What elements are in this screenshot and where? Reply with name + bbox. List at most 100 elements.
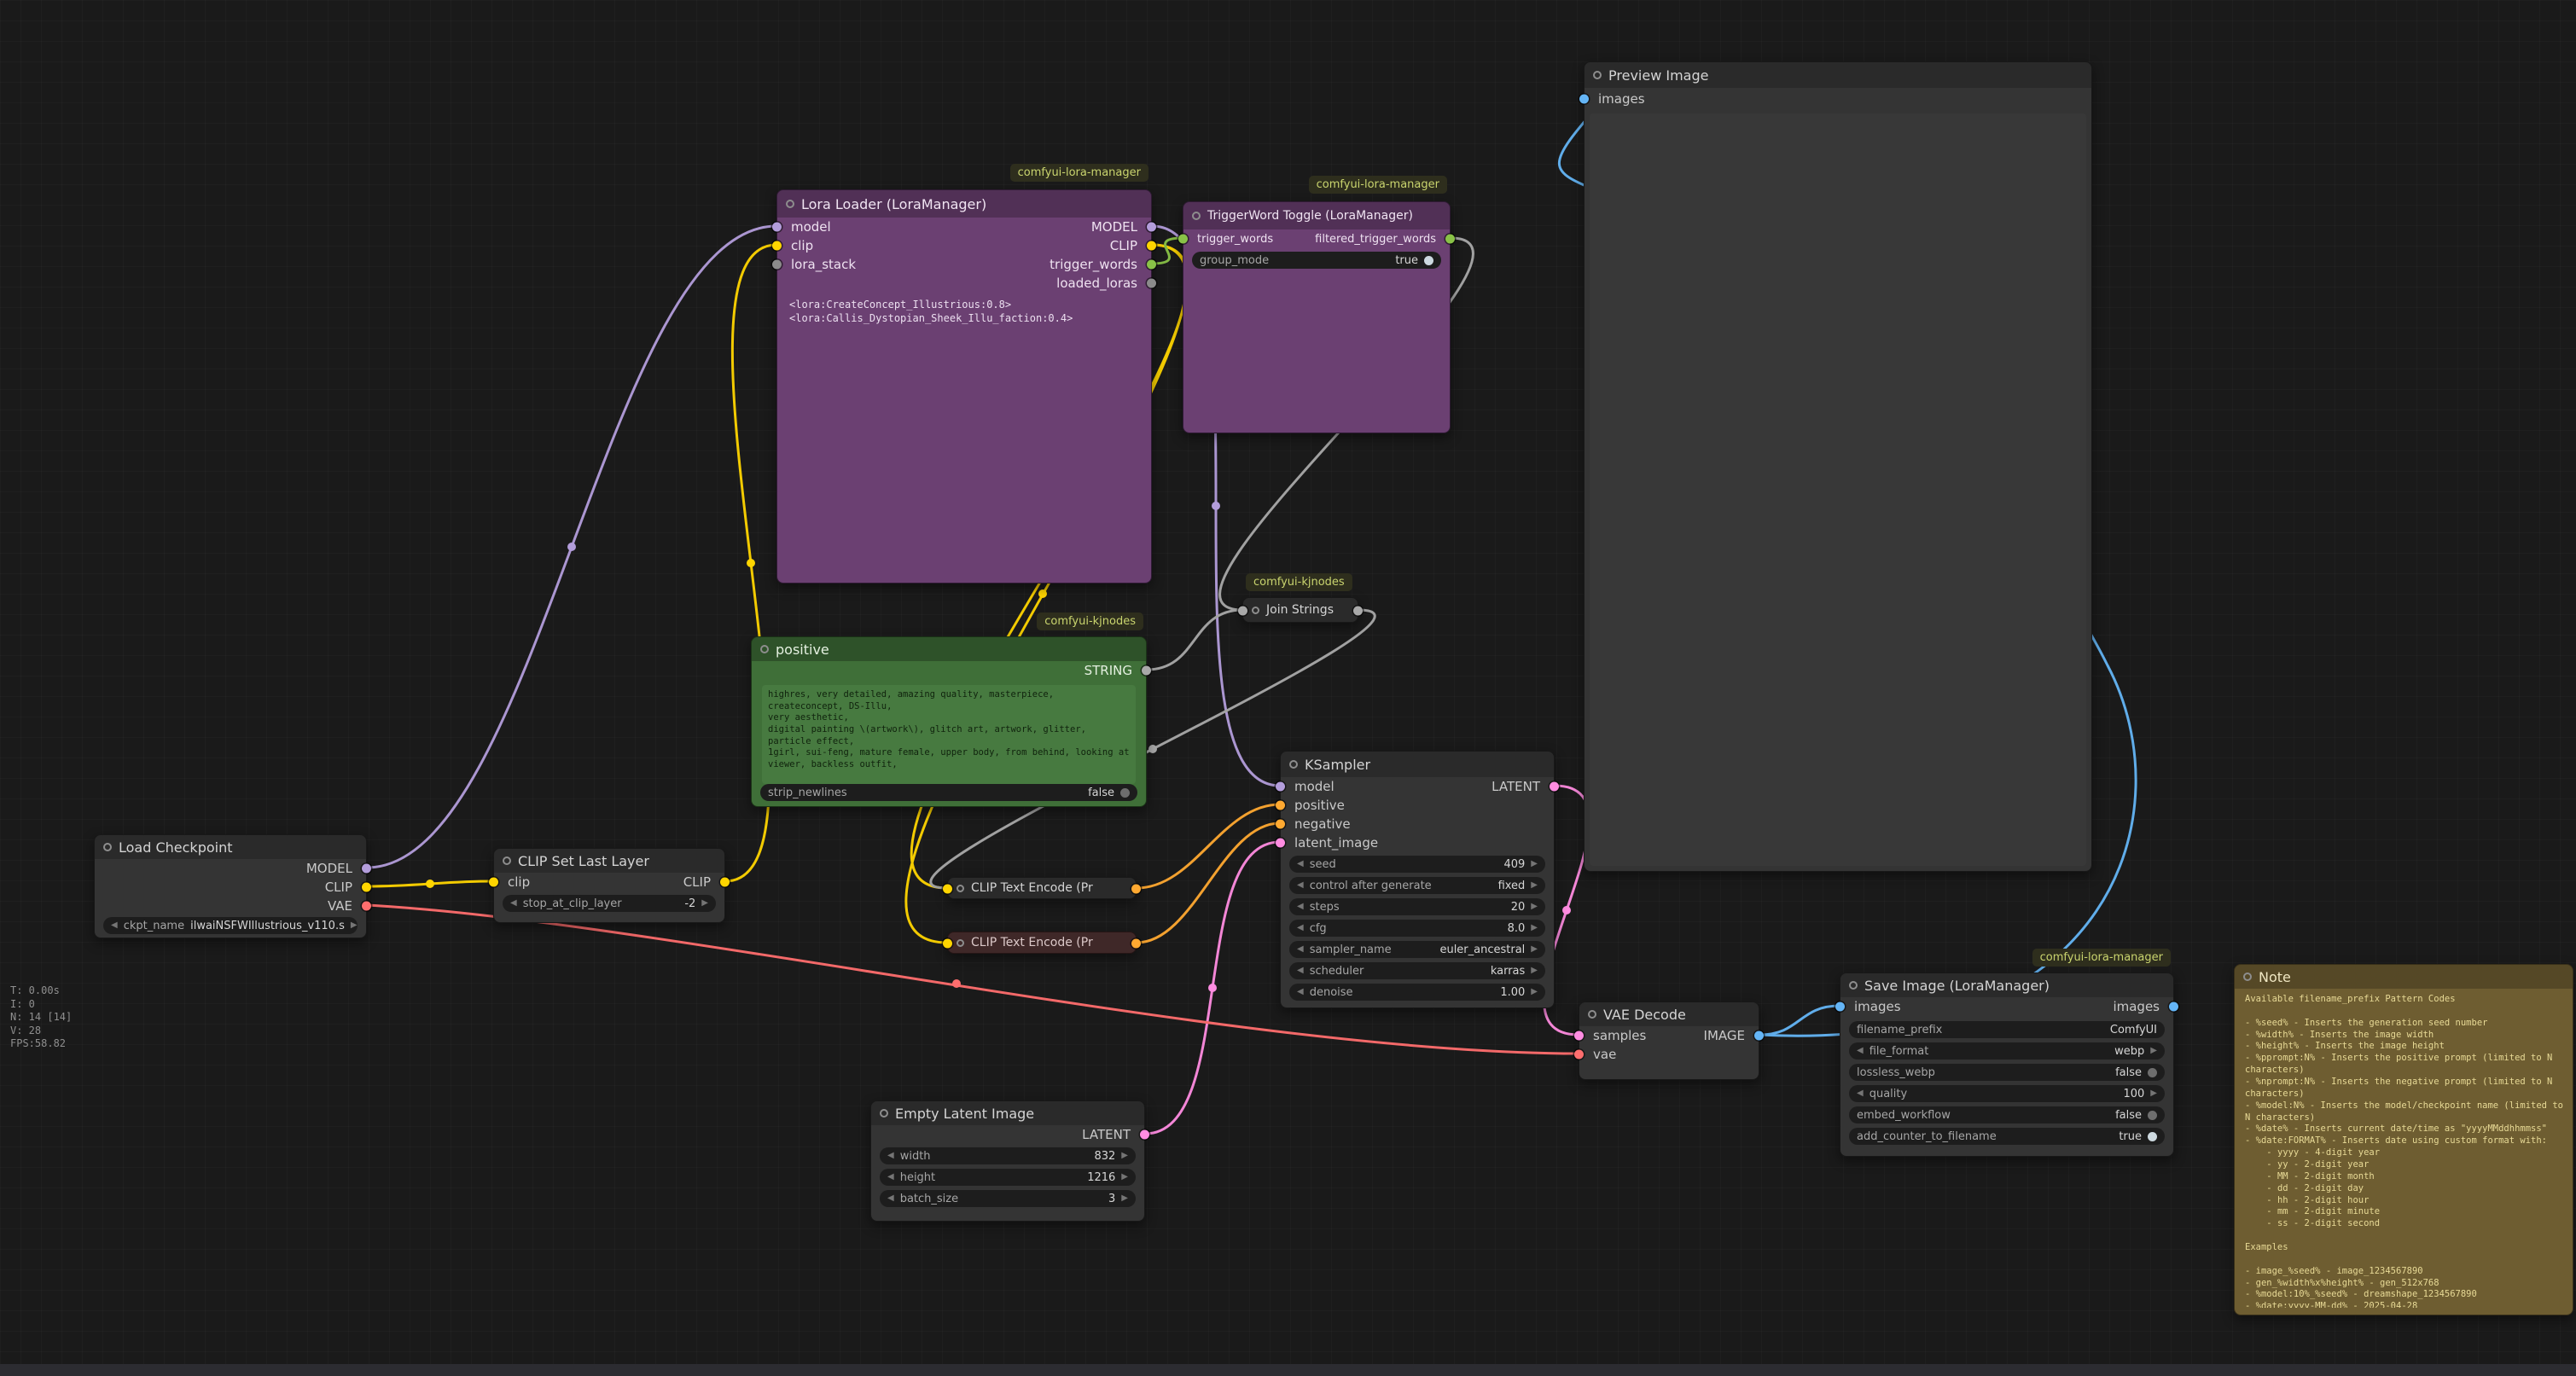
denoise-widget[interactable]: ◀ denoise 1.00 ▶ [1289,984,1545,1001]
string-output-port[interactable] [1142,666,1151,676]
strip-newlines-toggle[interactable]: strip_newlines false [760,784,1137,801]
images-output-port[interactable] [2169,1002,2178,1012]
cfg-widget[interactable]: ◀ cfg 8.0 ▶ [1289,920,1545,937]
collapse-icon[interactable] [2243,972,2252,981]
collapse-icon[interactable] [1849,981,1858,990]
samples-input-port[interactable] [1574,1031,1584,1041]
toggle-dot-icon[interactable] [1424,256,1433,265]
node-empty-latent-image[interactable]: Empty Latent Image LATENT ◀ width 832 ▶ … [870,1100,1145,1222]
clip-output-port[interactable] [720,878,730,887]
arrow-right-icon[interactable]: ▶ [1531,860,1538,868]
arrow-right-icon[interactable]: ▶ [2150,1089,2157,1098]
arrow-left-icon[interactable]: ◀ [1297,988,1304,996]
stop-at-clip-layer-widget[interactable]: ◀ stop_at_clip_layer -2 ▶ [503,895,716,912]
seed-widget[interactable]: ◀ seed 409 ▶ [1289,856,1545,873]
arrow-left-icon[interactable]: ◀ [510,899,517,908]
arrow-right-icon[interactable]: ▶ [351,921,358,930]
collapse-icon[interactable] [103,843,112,851]
node-header[interactable]: Note [2235,965,2573,989]
node-load-checkpoint[interactable]: Load Checkpoint MODEL CLIP VAE ◀ ckpt_na… [94,834,367,938]
arrow-left-icon[interactable]: ◀ [1297,945,1304,954]
filename-prefix-widget[interactable]: filename_prefix ComfyUI [1849,1021,2165,1038]
batch-size-widget[interactable]: ◀ batch_size 3 ▶ [880,1190,1136,1207]
arrow-right-icon[interactable]: ▶ [701,899,708,908]
collapse-icon[interactable] [1192,212,1201,220]
ckpt-name-widget[interactable]: ◀ ckpt_name ilwaiNSFWIllustrious_v110.s … [103,917,358,934]
conditioning-output-port[interactable] [1131,885,1141,894]
add-counter-toggle[interactable]: add_counter_to_filename true [1849,1128,2165,1145]
arrow-right-icon[interactable]: ▶ [1121,1173,1128,1182]
trigger-words-output-port[interactable] [1147,260,1156,270]
collapse-icon[interactable] [760,645,769,653]
node-lora-loader[interactable]: Lora Loader (LoraManager) model MODEL cl… [776,189,1152,583]
clip-input-port[interactable] [943,885,952,894]
lora-syntax-text[interactable]: <lora:CreateConcept_Illustrious:0.8> <lo… [789,298,1139,325]
model-output-port[interactable] [1147,223,1156,232]
toggle-dot-icon[interactable] [2148,1111,2157,1120]
arrow-right-icon[interactable]: ▶ [2150,1047,2157,1055]
arrow-right-icon[interactable]: ▶ [1121,1152,1128,1160]
trigger-words-input-port[interactable] [1178,235,1188,244]
positive-input-port[interactable] [1276,801,1285,810]
collapse-icon[interactable] [786,200,794,208]
group-mode-toggle[interactable]: group_mode true [1192,252,1441,269]
height-widget[interactable]: ◀ height 1216 ▶ [880,1169,1136,1186]
node-preview-image[interactable]: Preview Image images [1584,61,2092,872]
arrow-right-icon[interactable]: ▶ [1531,967,1538,975]
arrow-left-icon[interactable]: ◀ [887,1152,894,1160]
image-output-port[interactable] [1754,1031,1764,1041]
arrow-left-icon[interactable]: ◀ [1297,881,1304,890]
loaded-loras-output-port[interactable] [1147,279,1156,288]
latent-image-input-port[interactable] [1276,839,1285,848]
node-header[interactable]: TriggerWord Toggle (LoraManager) [1183,202,1450,229]
arrow-right-icon[interactable]: ▶ [1531,924,1538,932]
images-input-port[interactable] [1835,1002,1845,1012]
arrow-left-icon[interactable]: ◀ [887,1173,894,1182]
string-output-port[interactable] [1353,607,1363,616]
node-header[interactable]: Lora Loader (LoraManager) [777,190,1151,218]
collapse-icon[interactable] [957,885,964,892]
arrow-right-icon[interactable]: ▶ [1121,1194,1128,1203]
arrow-left-icon[interactable]: ◀ [1857,1047,1864,1055]
conditioning-output-port[interactable] [1131,939,1141,949]
filtered-trigger-words-output-port[interactable] [1445,235,1455,244]
model-port[interactable] [362,864,371,874]
scheduler-widget[interactable]: ◀ scheduler karras ▶ [1289,962,1545,979]
clip-input-port[interactable] [772,241,782,251]
node-clip-text-encode-negative[interactable]: CLIP Text Encode (Pr [947,932,1137,954]
arrow-right-icon[interactable]: ▶ [1531,881,1538,890]
node-note[interactable]: Note Available filename_prefix Pattern C… [2234,964,2573,1315]
clip-output-port[interactable] [1147,241,1156,251]
node-header[interactable]: VAE Decode [1579,1002,1759,1026]
arrow-left-icon[interactable]: ◀ [1857,1089,1864,1098]
node-header[interactable]: Save Image (LoraManager) [1840,973,2173,997]
lora-stack-input-port[interactable] [772,260,782,270]
node-clip-text-encode-positive[interactable]: CLIP Text Encode (Pr [947,877,1137,899]
arrow-left-icon[interactable]: ◀ [1297,924,1304,932]
note-text[interactable]: Available filename_prefix Pattern Codes … [2245,994,2567,1308]
model-input-port[interactable] [772,223,782,232]
clip-input-port[interactable] [489,878,498,887]
node-header[interactable]: Preview Image [1585,62,2091,88]
steps-widget[interactable]: ◀ steps 20 ▶ [1289,898,1545,915]
arrow-right-icon[interactable]: ▶ [1531,988,1538,996]
latent-output-port[interactable] [1550,782,1559,792]
collapse-icon[interactable] [1289,760,1298,769]
node-header[interactable]: positive [752,637,1146,661]
collapse-icon[interactable] [957,939,964,947]
arrow-left-icon[interactable]: ◀ [111,921,118,930]
node-header[interactable]: Join Strings [1243,598,1358,622]
node-positive-prompt[interactable]: positive STRING highres, very detailed, … [751,636,1147,807]
collapse-icon[interactable] [1593,71,1602,79]
arrow-left-icon[interactable]: ◀ [1297,967,1304,975]
images-input-port[interactable] [1579,95,1589,104]
node-header[interactable]: CLIP Text Encode (Pr [948,932,1136,953]
arrow-right-icon[interactable]: ▶ [1531,945,1538,954]
node-clip-set-last-layer[interactable]: CLIP Set Last Layer clip CLIP ◀ stop_at_… [493,848,725,923]
vae-port[interactable] [362,902,371,911]
collapse-icon[interactable] [1252,607,1259,614]
node-header[interactable]: CLIP Set Last Layer [494,849,724,873]
arrow-left-icon[interactable]: ◀ [1297,860,1304,868]
collapse-icon[interactable] [1588,1010,1596,1019]
arrow-left-icon[interactable]: ◀ [1297,903,1304,911]
